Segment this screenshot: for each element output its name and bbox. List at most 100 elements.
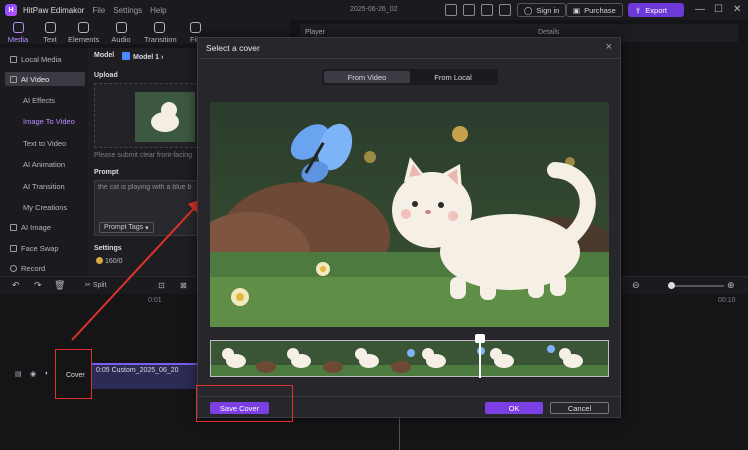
sidebar-item-label: AI Transition [23, 182, 65, 191]
clip-label: 0:05 Custom_2025_06_20 [96, 367, 179, 374]
face-icon [10, 245, 17, 252]
tab-audio-label: Audio [111, 35, 131, 44]
zoom-out-icon[interactable]: ⊖ [632, 280, 640, 291]
sidebar-item-label: AI Image [21, 223, 52, 232]
upload-dropzone[interactable] [94, 83, 198, 148]
text-icon [44, 22, 56, 33]
tab-media-label: Media [7, 35, 29, 44]
cancel-button[interactable]: Cancel [550, 402, 609, 414]
cover-highlight-box [55, 349, 92, 399]
purchase-label: Purchase [584, 5, 616, 15]
record-icon [10, 265, 17, 272]
dialog-divider [198, 58, 620, 59]
export-label: Export [645, 5, 667, 15]
elements-icon [77, 22, 89, 33]
uploaded-thumbnail [135, 92, 195, 142]
image-icon [10, 224, 17, 231]
track-mute-icon[interactable]: ◐ [45, 370, 49, 377]
ok-button[interactable]: OK [485, 402, 543, 414]
track-lock-icon[interactable]: ▤ [15, 370, 22, 378]
title-bar: H HitPaw Edimakor File Settings Help 202… [0, 0, 748, 20]
media-icon [12, 22, 24, 33]
ai-video-icon [10, 75, 17, 83]
monitor-icon[interactable] [463, 4, 475, 16]
tab-text[interactable]: Text [35, 22, 65, 44]
minimize-icon[interactable]: — [695, 4, 705, 15]
menu-file[interactable]: File [92, 6, 105, 15]
transition-icon [153, 22, 165, 33]
sidebar-item-face-swap[interactable]: Face Swap [10, 244, 59, 253]
frame-strip-thumbnails [211, 341, 608, 376]
sidebar-item-ai-image[interactable]: AI Image [10, 223, 51, 232]
tab-transition[interactable]: Transition [144, 22, 177, 44]
close-window-icon[interactable]: ✕ [733, 4, 741, 15]
player-label: Player [305, 29, 325, 36]
frame-strip[interactable] [210, 340, 609, 377]
sidebar-item-ai-animation[interactable]: AI Animation [23, 160, 65, 169]
gift-icon[interactable] [445, 4, 457, 16]
sidebar-item-label: Record [21, 264, 46, 273]
cover-preview-image [210, 102, 609, 327]
sidebar-item-image-to-video[interactable]: Image To Video [23, 117, 75, 126]
tab-transition-label: Transition [144, 35, 177, 44]
save-cover-highlight-box [196, 385, 293, 422]
zoom-slider[interactable] [668, 285, 724, 287]
tab-elements-label: Elements [68, 35, 100, 44]
user-icon: ◯ [524, 5, 533, 15]
audio-icon [115, 22, 127, 33]
cover-source-toggle: From Video From Local [322, 69, 498, 85]
annotation-arrow [71, 198, 204, 341]
sign-in-button[interactable]: ◯ Sign in [517, 3, 567, 17]
folder-icon [10, 56, 17, 63]
zoom-slider-handle[interactable] [668, 282, 675, 289]
sidebar-item-ai-video[interactable]: AI Video [5, 72, 85, 86]
sidebar-item-ai-transition[interactable]: AI Transition [23, 182, 65, 191]
sidebar-item-label: Text to Video [23, 139, 67, 148]
dialog-title: Select a cover [206, 43, 260, 53]
tab-from-local[interactable]: From Local [410, 71, 496, 83]
model-select[interactable]: Model 1 › [122, 52, 163, 61]
cover-preview [210, 102, 609, 327]
track-visibility-icon[interactable]: ◉ [30, 370, 36, 378]
export-button[interactable]: ⇪ Export [628, 3, 684, 17]
sidebar-item-label: Image To Video [23, 117, 75, 126]
sign-in-label: Sign in [536, 5, 560, 15]
app-name: HitPaw Edimakor [23, 5, 85, 15]
sidebar-item-label: AI Effects [23, 96, 55, 105]
redo-icon[interactable]: ↷ [34, 280, 42, 291]
tab-media[interactable]: Media [3, 22, 33, 44]
tab-elements[interactable]: Elements [68, 22, 100, 44]
mail-icon[interactable] [499, 4, 511, 16]
tab-audio[interactable]: Audio [106, 22, 136, 44]
export-icon: ⇪ [635, 5, 642, 15]
sidebar-item-text-to-video[interactable]: Text to Video [23, 139, 66, 148]
sidebar-item-record[interactable]: Record [10, 264, 45, 273]
model-label: Model [94, 52, 115, 59]
timeline-clip[interactable]: 0:05 Custom_2025_06_20 [92, 363, 197, 389]
maximize-icon[interactable]: ☐ [714, 4, 723, 15]
details-tab[interactable]: Details [538, 29, 559, 36]
sidebar-item-ai-effects[interactable]: AI Effects [23, 96, 55, 105]
sidebar-item-local-media[interactable]: Local Media [10, 55, 61, 64]
app-logo: H [5, 4, 17, 16]
frame-selector-handle[interactable] [475, 334, 485, 343]
menu-settings[interactable]: Settings [113, 6, 142, 15]
sidebar-item-label: AI Animation [23, 160, 66, 169]
sidebar-item-label: AI Video [21, 74, 50, 84]
upload-label: Upload [94, 72, 118, 79]
purchase-button[interactable]: ▣ Purchase [566, 3, 623, 17]
select-cover-dialog: Select a cover × From Video From Local S… [197, 37, 621, 418]
filter-icon [189, 22, 201, 33]
sidebar-item-label: Local Media [21, 55, 62, 64]
cart-icon: ▣ [573, 5, 581, 15]
close-icon[interactable]: × [606, 41, 612, 53]
message-icon[interactable] [481, 4, 493, 16]
zoom-in-icon[interactable]: ⊕ [727, 280, 735, 291]
undo-icon[interactable]: ↶ [12, 280, 20, 291]
tab-from-video[interactable]: From Video [324, 71, 410, 83]
model-value: Model 1 [133, 54, 160, 61]
tab-text-label: Text [43, 35, 57, 44]
upload-hint: Please submit clear front-facing [94, 152, 193, 159]
menu-help[interactable]: Help [150, 6, 166, 15]
model-icon [122, 52, 130, 60]
